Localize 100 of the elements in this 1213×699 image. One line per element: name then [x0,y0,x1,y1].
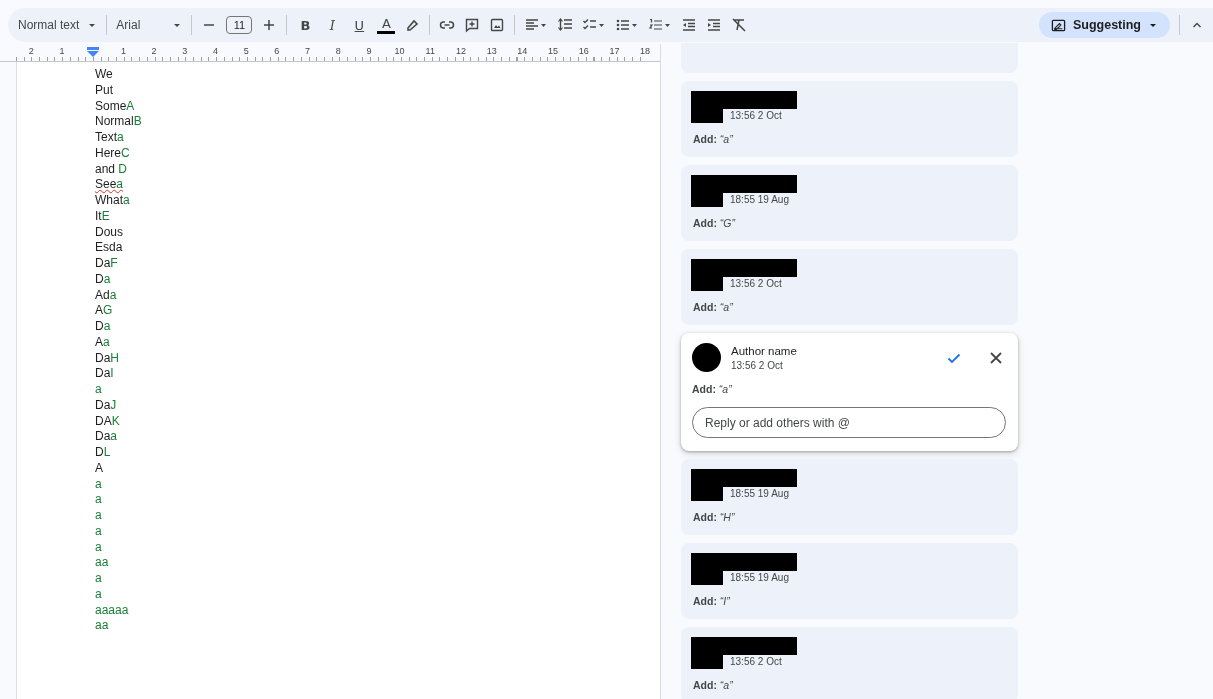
ruler-number: 9 [365,45,373,57]
timestamp: 18:55 19 Aug [730,572,789,584]
document-line: DL [95,445,111,461]
ruler-number: 13 [485,45,498,57]
document-line: We [95,67,113,83]
ruler-number: 16 [577,45,590,57]
text-color-button[interactable]: A [377,16,396,34]
document-line: HereC [95,145,130,162]
document-line: a [95,476,102,493]
suggestion-card[interactable]: 13:56 2 Oct Add: “a” [681,249,1018,325]
timestamp: 13:56 2 Oct [730,656,782,668]
document-line: SomeA [95,98,135,115]
document-line: Texta [95,130,124,146]
document-line: DaI [95,366,114,382]
suggestion-text: Add: “H” [693,511,736,523]
document-line: A [95,460,103,477]
author-name: Author name [731,344,797,357]
style-dropdown[interactable]: Normal text [18,13,98,37]
document-line: aa [95,555,109,571]
ruler-number: 17 [608,45,621,57]
suggestion-text: Add: “a” [693,301,734,313]
document-line: a [95,492,102,508]
ruler-number: 5 [242,45,250,57]
document-line: ItE [95,208,110,225]
document-line: Dous [95,224,123,241]
timestamp: 13:56 2 Oct [731,359,784,371]
document-line: a [95,539,102,556]
ruler-number: 3 [181,45,189,57]
font-dropdown[interactable]: Arial [116,13,183,37]
bulleted-list-icon[interactable] [615,17,640,33]
numbered-list-icon[interactable] [648,17,673,33]
ruler-number: 14 [516,45,529,57]
document-line: DaF [95,256,118,272]
timestamp: 18:55 19 Aug [730,194,789,206]
highlighter-icon[interactable] [404,17,421,33]
suggestion-card[interactable]: 13:56 2 Oct Add: “a” [681,81,1018,157]
document-line: DAK [95,413,120,430]
image-icon[interactable] [489,17,506,33]
document-line: Da [95,319,111,335]
reject-close-icon[interactable] [988,349,1004,366]
timestamp: 13:56 2 Oct [730,278,782,290]
document-line: a [95,571,102,587]
ruler-number: 6 [273,45,281,57]
suggesting-mode-button[interactable]: Suggesting [1038,12,1170,38]
ruler-number: 7 [304,45,312,57]
ruler-number: 4 [211,45,219,57]
document-line: DaJ [95,397,117,414]
document-line: a [95,586,102,603]
document-line: Seea [95,177,124,193]
document-line: Ada [95,287,117,304]
underline-button[interactable]: U [350,15,369,35]
document-line: AG [95,303,113,319]
document-line: Da [95,271,111,288]
avatar-icon [692,343,721,372]
bold-button[interactable]: B [296,15,315,35]
timestamp: 13:56 2 Oct [730,110,782,122]
suggestion-text: Add: “I” [693,595,731,607]
clear-formatting-icon[interactable] [731,17,748,33]
ruler-number: 8 [334,45,342,57]
reply-field[interactable]: Reply or add others with @ [692,407,1006,438]
suggestion-text: Add: “a” [692,383,733,395]
document-line: aaaaa [95,602,129,619]
document-line: Whata [95,193,130,209]
add-comment-icon[interactable] [464,17,481,33]
document-line: NormalB [95,114,142,130]
document-line: Daa [95,429,118,445]
suggestion-text: Add: “G” [693,217,737,229]
document-line: a [95,523,102,540]
ruler-number: 18 [639,45,652,57]
suggestion-card[interactable]: 18:55 19 Aug Add: “G” [681,165,1018,241]
decrease-indent-icon[interactable] [681,17,698,33]
ruler-number: 1 [119,45,127,57]
suggestion-card[interactable]: 13:56 2 Oct Add: “a” [681,627,1018,699]
ruler-number: 15 [547,45,560,57]
increase-indent-icon[interactable] [706,17,723,33]
ruler-number: 2 [150,45,158,57]
document-line: and D [95,161,128,178]
document-line: a [95,508,102,524]
suggestion-card[interactable]: 18:55 19 Aug Add: “H” [681,459,1018,535]
ruler-number: 1 [58,45,66,57]
document-line: Aa [95,334,110,351]
suggestion-card[interactable]: 18:55 19 Aug Add: “I” [681,543,1018,619]
ruler-number: 2 [27,45,35,57]
document-line: Esda [95,240,123,256]
timestamp: 18:55 19 Aug [730,488,789,500]
document-line: Put [95,82,113,99]
suggestion-text: Add: “a” [693,133,734,145]
italic-button[interactable]: I [323,15,342,35]
align-left-icon[interactable] [524,17,549,33]
document-line: DaH [95,350,119,367]
ruler-number: 10 [393,45,406,57]
line-spacing-icon[interactable] [557,17,574,33]
indent-marker-icon[interactable] [86,47,99,57]
ruler-number: 12 [454,45,467,57]
suggestion-text: Add: “a” [693,679,734,691]
document-line: a [95,382,102,398]
document-line: aa [95,618,109,634]
font-size-field[interactable]: 11 [226,16,253,34]
ruler-number: 11 [424,45,436,57]
suggest-edit-icon [1050,17,1066,33]
